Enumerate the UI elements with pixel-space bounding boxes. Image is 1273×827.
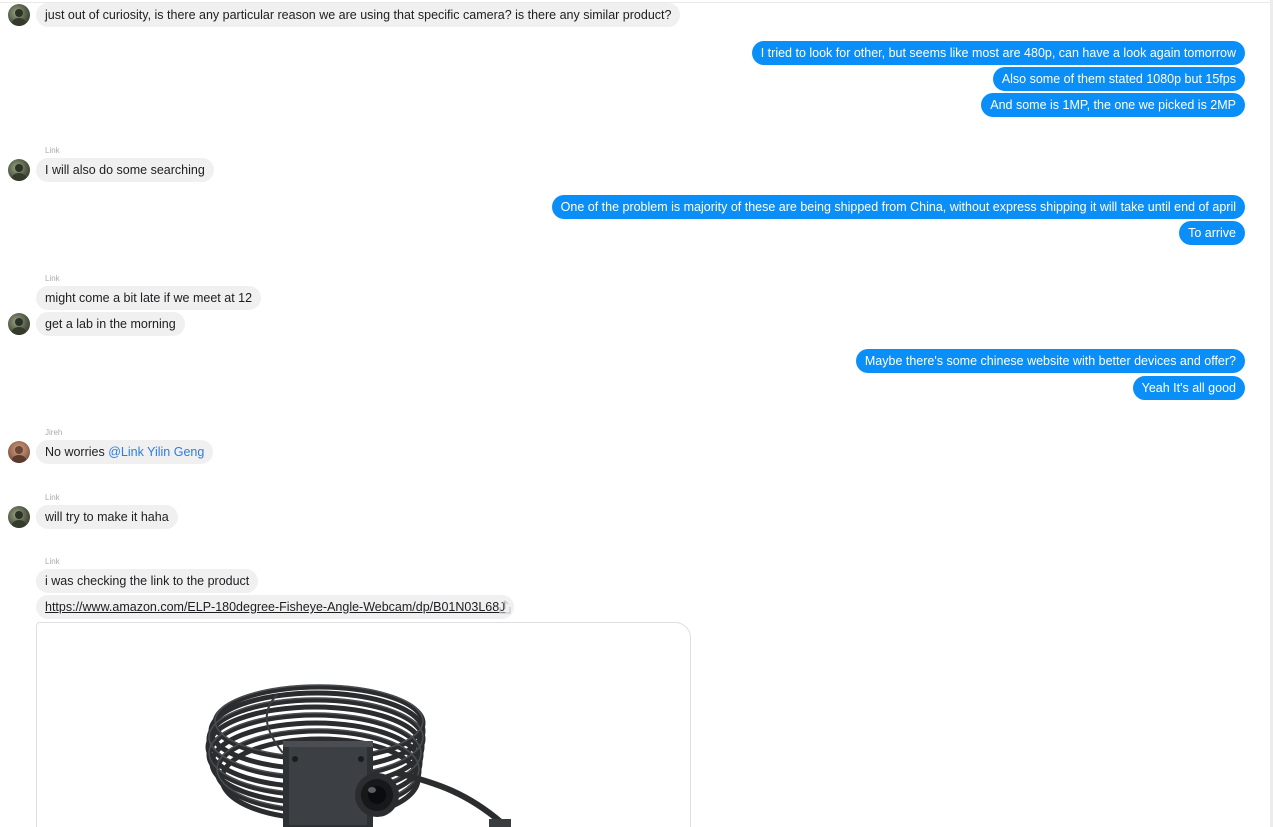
avatar-jireh[interactable]	[8, 441, 30, 463]
message-bubble[interactable]: get a lab in the morning	[36, 312, 185, 336]
avatar-link[interactable]	[8, 4, 30, 26]
link-preview-card[interactable]	[36, 622, 691, 827]
message-bubble[interactable]: just out of curiosity, is there any part…	[36, 3, 681, 27]
chat-window: just out of curiosity, is there any part…	[0, 0, 1273, 827]
message-bubble[interactable]: i was checking the link to the product	[36, 569, 259, 593]
message-bubble-outgoing[interactable]: Maybe there's some chinese website with …	[855, 349, 1245, 373]
message-bubble[interactable]: might come a bit late if we meet at 12	[36, 286, 262, 310]
sender-name: Link	[45, 274, 60, 283]
sender-name: Jireh	[45, 428, 63, 437]
message-text: No worries	[45, 445, 109, 459]
product-camera-image	[205, 684, 511, 827]
avatar-link[interactable]	[8, 159, 30, 181]
message-bubble-link[interactable]: https://www.amazon.com/ELP-180degree-Fis…	[36, 595, 515, 619]
message-bubble-outgoing[interactable]: I tried to look for other, but seems lik…	[751, 41, 1245, 65]
message-bubble-outgoing[interactable]: Also some of them stated 1080p but 15fps	[992, 67, 1245, 91]
product-url-link[interactable]: https://www.amazon.com/ELP-180degree-Fis…	[45, 600, 505, 614]
sender-name: Link	[45, 146, 60, 155]
avatar-link[interactable]	[8, 313, 30, 335]
avatar-link[interactable]	[8, 506, 30, 528]
sender-name: Link	[45, 493, 60, 502]
mention-link[interactable]: @Link Yilin Geng	[108, 445, 204, 459]
sender-name: Link	[45, 557, 60, 566]
message-bubble-outgoing[interactable]: Yeah It's all good	[1132, 376, 1245, 400]
message-bubble[interactable]: No worries @Link Yilin Geng	[36, 440, 214, 464]
message-bubble-outgoing[interactable]: And some is 1MP, the one we picked is 2M…	[981, 93, 1245, 117]
share-icon[interactable]	[497, 599, 513, 615]
message-bubble[interactable]: will try to make it haha	[36, 505, 178, 529]
message-bubble-outgoing[interactable]: One of the problem is majority of these …	[551, 195, 1245, 219]
message-bubble-outgoing[interactable]: To arrive	[1179, 221, 1245, 245]
message-bubble[interactable]: I will also do some searching	[36, 158, 214, 182]
